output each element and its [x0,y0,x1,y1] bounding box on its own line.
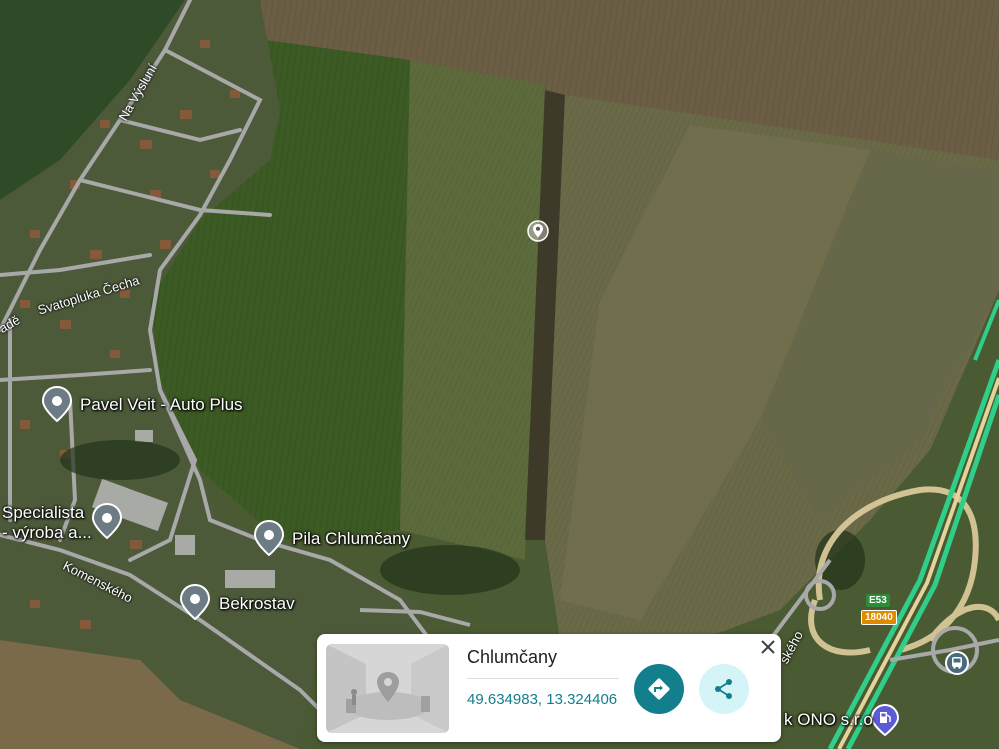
gas-station-marker[interactable] [870,703,900,741]
dropped-pin-icon[interactable] [527,220,549,242]
place-label-pavel-veit[interactable]: Pavel Veit - Auto Plus [80,395,243,415]
close-button[interactable] [757,636,779,658]
bus-stop-marker[interactable] [945,651,969,675]
place-marker-pila-chlumcany[interactable] [253,519,285,561]
place-label-specialista[interactable]: Specialista - výroba a... [2,503,92,543]
gas-station-icon [870,703,900,737]
place-label-ono[interactable]: k ONO s.r.o [784,710,873,730]
map-pin-icon [253,519,285,557]
street-view-image [326,644,449,733]
place-marker-pavel-veit[interactable] [41,385,73,427]
map-pin-icon [91,502,123,540]
place-marker-bekrostav[interactable] [179,583,211,625]
coordinates-link[interactable]: 49.634983, 13.324406 [467,691,617,708]
bus-icon [952,657,962,669]
street-view-thumbnail[interactable] [326,644,449,733]
directions-icon [648,678,670,700]
map-pin-icon [179,583,211,621]
divider [467,678,619,679]
map-pin-icon [41,385,73,423]
place-label-bekrostav[interactable]: Bekrostav [219,594,295,614]
share-button[interactable] [699,664,749,714]
close-icon [761,640,775,654]
e-route-shield: E53 [866,594,890,607]
directions-button[interactable] [634,664,684,714]
place-label-pila-chlumcany[interactable]: Pila Chlumčany [292,529,410,549]
place-info-card: Chlumčany 49.634983, 13.324406 [317,634,781,742]
place-marker-specialista[interactable] [91,502,123,544]
place-title: Chlumčany [467,647,558,667]
share-icon [715,679,732,699]
road-number-shield: 18040 [861,610,897,625]
